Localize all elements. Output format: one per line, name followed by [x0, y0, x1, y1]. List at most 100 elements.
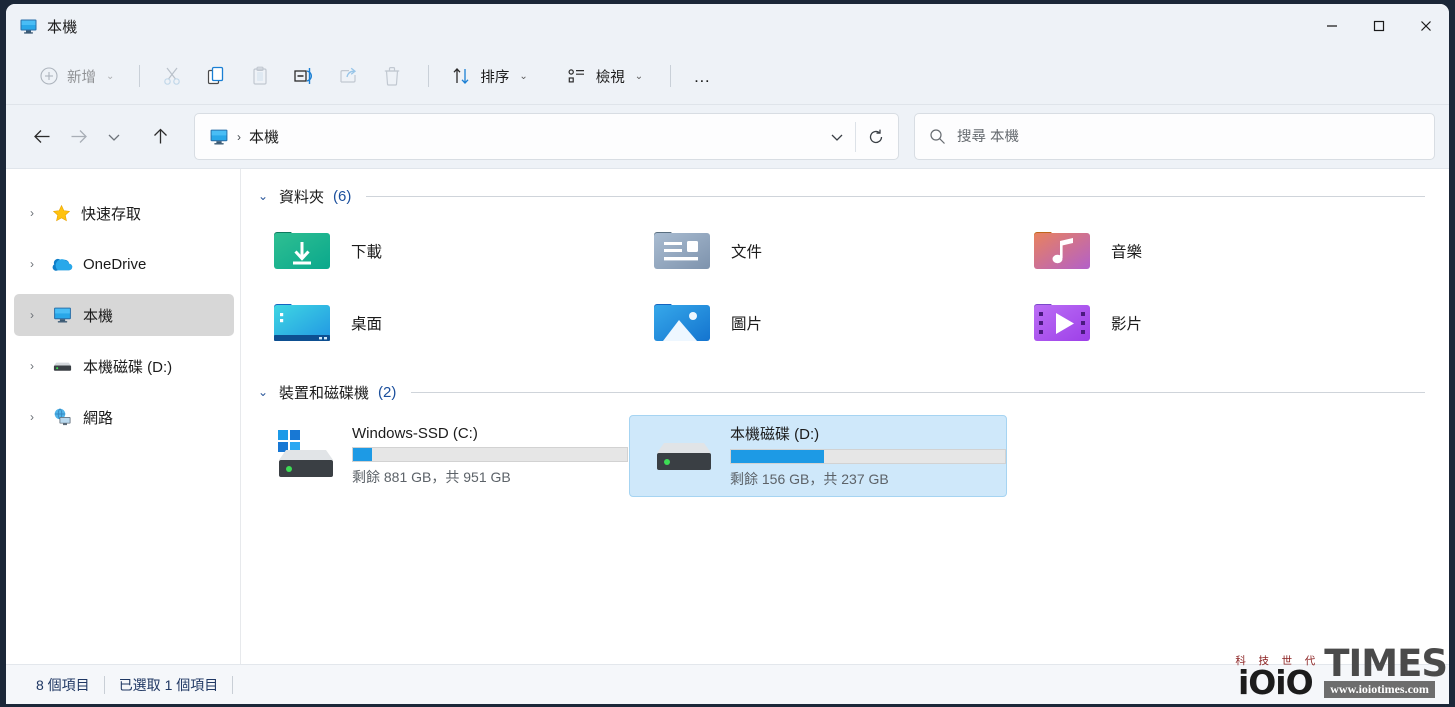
minimize-button[interactable]	[1308, 4, 1355, 48]
folder-item-pictures[interactable]: 圖片	[631, 287, 1011, 359]
refresh-button[interactable]	[857, 113, 894, 160]
cloud-icon	[52, 255, 73, 274]
drive-usage-bar	[352, 447, 628, 462]
sidebar-item-local-disk-d[interactable]: › 本機磁碟 (D:)	[14, 345, 234, 387]
folder-item-documents[interactable]: 文件	[631, 215, 1011, 287]
sidebar-item-label: OneDrive	[83, 255, 147, 273]
sort-button[interactable]: 排序 ⌄	[441, 58, 536, 95]
breadcrumb-divider	[855, 121, 856, 152]
file-explorer-window: 本機 新增 ⌄ 排序 ⌄ 檢視 ⌄ … › 本機 搜尋 本機 › 快速存取 › …	[6, 4, 1449, 704]
sidebar-item-onedrive[interactable]: › OneDrive	[14, 243, 234, 285]
drive-usage-fill	[731, 450, 825, 463]
drives-group-header[interactable]: ⌄ 裝置和磁碟機 (2)	[256, 379, 1425, 405]
folder-item-videos[interactable]: 影片	[1011, 287, 1391, 359]
folders-group-title: 資料夾	[279, 188, 325, 206]
this-pc-monitor-icon	[19, 17, 38, 36]
folders-group-header[interactable]: ⌄ 資料夾 (6)	[256, 183, 1425, 209]
chevron-right-icon[interactable]: ›	[22, 308, 42, 322]
sort-button-label: 排序	[480, 69, 510, 86]
drive-info: Windows-SSD (C:) 剩餘 881 GB，共 951 GB	[352, 425, 628, 487]
paste-button[interactable]	[240, 58, 280, 95]
videos-folder-icon	[1031, 298, 1093, 348]
address-bar: › 本機	[6, 105, 1449, 169]
new-button[interactable]: 新增 ⌄	[30, 58, 123, 95]
trash-icon	[381, 65, 403, 87]
drives-group-count: (2)	[378, 383, 397, 401]
chevron-right-icon[interactable]: ›	[22, 257, 42, 271]
drive-usage-text: 剩餘 156 GB，共 237 GB	[730, 471, 889, 487]
documents-folder-icon	[651, 226, 713, 276]
copy-icon	[205, 65, 227, 87]
folder-label: 音樂	[1111, 244, 1143, 261]
drive-name: Windows-SSD (C:)	[352, 425, 478, 442]
maximize-button[interactable]	[1355, 4, 1402, 48]
delete-button[interactable]	[372, 58, 412, 95]
cut-button[interactable]	[152, 58, 192, 95]
command-bar: 新增 ⌄ 排序 ⌄ 檢視 ⌄ …	[6, 48, 1449, 105]
drive-icon	[52, 359, 73, 374]
sidebar-item-label: 快速存取	[81, 205, 142, 223]
this-pc-monitor-icon	[52, 305, 73, 325]
back-button[interactable]	[24, 119, 60, 155]
search-box[interactable]	[914, 113, 1435, 160]
copy-button[interactable]	[196, 58, 236, 95]
recent-locations-button[interactable]	[96, 119, 132, 155]
folder-item-music[interactable]: 音樂	[1011, 215, 1391, 287]
view-list-icon	[566, 65, 588, 87]
file-list-pane: ⌄ 資料夾 (6) 下載 文件 音樂 桌面 圖片 影片 ⌄ 裝置和磁碟機 (2)…	[241, 169, 1449, 664]
chevron-down-icon[interactable]: ⌄	[256, 385, 270, 399]
folder-item-downloads[interactable]: 下載	[251, 215, 631, 287]
status-divider-2	[232, 675, 234, 694]
sidebar-item-label: 本機	[83, 307, 114, 325]
breadcrumb-path[interactable]: › 本機	[209, 126, 819, 147]
drive-usage-fill	[353, 448, 373, 461]
sidebar-item-this-pc[interactable]: › 本機	[14, 294, 234, 336]
breadcrumb-separator: ›	[237, 129, 241, 144]
ellipsis-icon: …	[693, 66, 713, 86]
more-options-button[interactable]: …	[683, 58, 723, 95]
item-count-label: 8 個項目	[36, 676, 90, 693]
music-folder-icon	[1031, 226, 1093, 276]
chevron-right-icon[interactable]: ›	[22, 410, 42, 424]
rename-button[interactable]	[284, 58, 324, 95]
toolbar-divider-3	[670, 65, 672, 87]
title-bar: 本機	[6, 4, 1449, 48]
star-icon	[52, 204, 71, 223]
selection-count-label: 已選取 1 個項目	[118, 676, 219, 693]
chevron-right-icon[interactable]: ›	[22, 359, 42, 373]
drive-item-windows-ssd-c[interactable]: Windows-SSD (C:) 剩餘 881 GB，共 951 GB	[251, 415, 629, 497]
sidebar-item-network[interactable]: › 網路	[14, 396, 234, 438]
search-icon	[929, 128, 946, 145]
share-button[interactable]	[328, 58, 368, 95]
chevron-right-icon[interactable]: ›	[22, 206, 42, 220]
breadcrumb[interactable]: › 本機	[194, 113, 899, 160]
chevron-down-icon[interactable]: ⌄	[256, 189, 270, 203]
sidebar-item-quick-access[interactable]: › 快速存取	[14, 192, 234, 234]
forward-button[interactable]	[60, 119, 96, 155]
share-icon	[337, 65, 359, 87]
folders-grid: 下載 文件 音樂 桌面 圖片 影片	[251, 215, 1425, 359]
close-button[interactable]	[1402, 4, 1449, 48]
drive-usage-bar	[730, 449, 1006, 464]
sidebar-item-label: 網路	[83, 409, 114, 427]
up-button[interactable]	[142, 119, 178, 155]
breadcrumb-dropdown-button[interactable]	[819, 117, 855, 156]
window-controls	[1308, 4, 1449, 48]
desktop-folder-icon	[271, 298, 333, 348]
downloads-folder-icon	[271, 226, 333, 276]
windows-drive-icon	[274, 426, 338, 486]
drive-item-local-disk-d[interactable]: 本機磁碟 (D:) 剩餘 156 GB，共 237 GB	[629, 415, 1007, 497]
new-button-label: 新增	[67, 69, 96, 86]
drive-usage-text: 剩餘 881 GB，共 951 GB	[352, 469, 511, 485]
view-button[interactable]: 檢視 ⌄	[557, 58, 652, 95]
sidebar-item-label: 本機磁碟 (D:)	[83, 358, 173, 376]
drive-name: 本機磁碟 (D:)	[730, 426, 820, 443]
this-pc-monitor-icon	[209, 127, 229, 147]
folder-label: 桌面	[351, 316, 383, 333]
explorer-body: › 快速存取 › OneDrive › 本機 › 本機磁碟 (D:) › 網路 …	[6, 169, 1449, 664]
breadcrumb-current[interactable]: 本機	[249, 126, 279, 147]
search-input[interactable]	[957, 128, 1420, 145]
folder-label: 影片	[1111, 316, 1143, 333]
folder-item-desktop[interactable]: 桌面	[251, 287, 631, 359]
sort-arrows-icon	[450, 65, 472, 87]
